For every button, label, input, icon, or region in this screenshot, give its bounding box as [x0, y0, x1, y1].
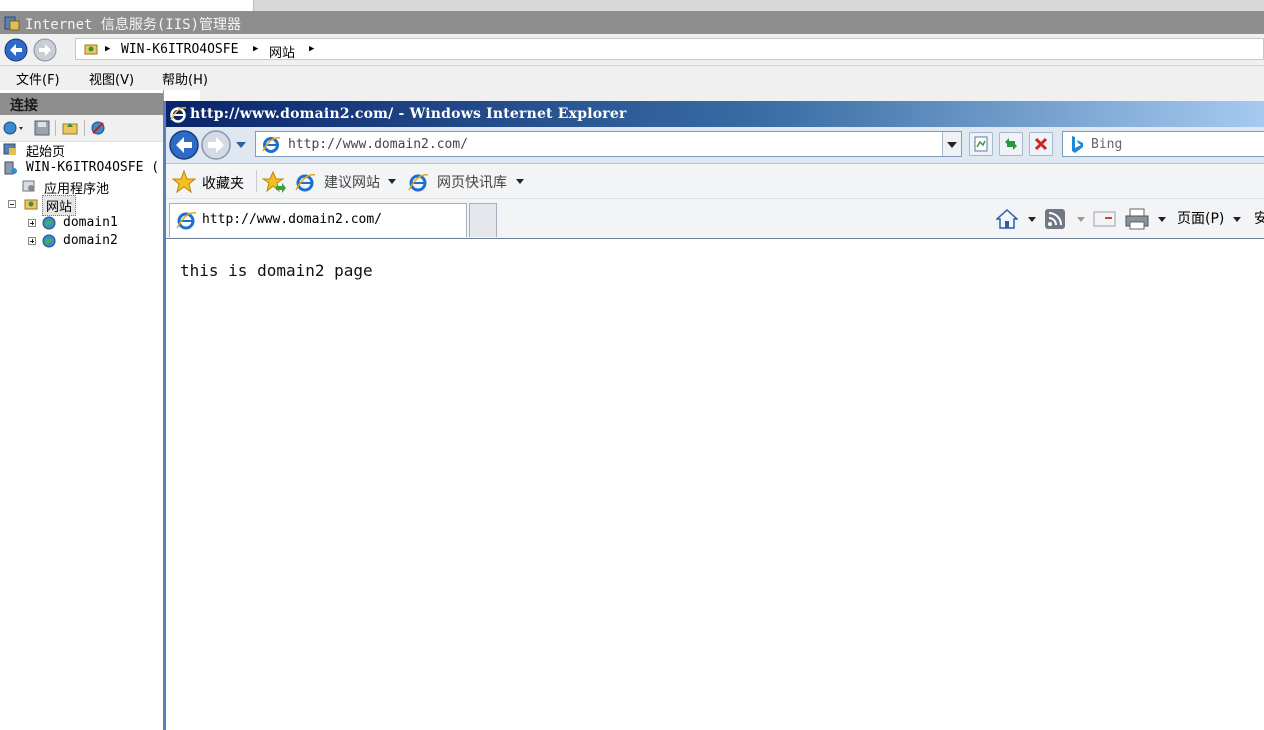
search-box[interactable]: Bing: [1062, 131, 1264, 157]
chevron-down-icon[interactable]: [1077, 217, 1085, 222]
tree-label: 起始页: [26, 145, 66, 160]
save-icon[interactable]: [34, 120, 50, 136]
page-menu[interactable]: 页面(P): [1177, 208, 1241, 228]
compat-view-button[interactable]: [969, 132, 993, 156]
address-url[interactable]: http://www.domain2.com/: [288, 137, 468, 152]
ie-logo-icon: [408, 174, 429, 192]
ie-title: http://www.domain2.com/ - Windows Intern…: [190, 106, 627, 122]
chevron-down-icon[interactable]: [1028, 217, 1036, 222]
chevron-down-icon: [1232, 216, 1241, 222]
forward-arrow-icon[interactable]: [33, 38, 57, 62]
ie-logo-icon: [170, 107, 187, 123]
iis-address-bar: ▶ WIN-K6ITRO4OSFE ▶ 网站 ▶: [0, 34, 1264, 66]
tree-label: domain1: [63, 215, 118, 230]
chevron-right-icon: ▶: [253, 44, 259, 54]
back-arrow-icon[interactable]: [169, 130, 199, 160]
back-arrow-icon[interactable]: [4, 38, 28, 62]
menu-file[interactable]: 文件(F): [16, 69, 60, 88]
new-tab-button[interactable]: [469, 203, 497, 237]
tree-label: 网站: [42, 195, 77, 216]
address-dropdown-button[interactable]: [942, 132, 961, 156]
connections-pane: 连接 起始页 WIN-K6ITRO4OSFE ( 应用程序池 网站 domain…: [0, 90, 164, 730]
web-slice-gallery-label: 网页快讯库: [437, 175, 507, 191]
page-content: this is domain2 page: [166, 239, 1264, 730]
chevron-right-icon: ▶: [309, 44, 315, 54]
menu-help[interactable]: 帮助(H): [162, 69, 208, 88]
app-pool-icon: [22, 180, 35, 192]
tree-label: WIN-K6ITRO4OSFE (: [26, 160, 160, 175]
iis-titlebar: Internet 信息服务(IIS)管理器: [0, 11, 1264, 34]
favorites-label: 收藏夹: [202, 176, 244, 192]
connections-header: 连接: [0, 93, 163, 115]
search-placeholder: Bing: [1091, 137, 1123, 152]
favorites-bar: 收藏夹 建议网站 网页快讯库: [166, 164, 1264, 199]
page-body-text: this is domain2 page: [180, 261, 373, 280]
expand-icon[interactable]: [28, 237, 36, 245]
folder-up-icon[interactable]: [62, 120, 78, 136]
connect-globe-icon[interactable]: [3, 120, 25, 136]
tab-domain2[interactable]: http://www.domain2.com/: [169, 203, 467, 237]
separator: [256, 170, 257, 192]
ie-logo-icon: [262, 137, 281, 153]
folder-icon: [24, 199, 38, 210]
folder-icon: [84, 44, 98, 55]
expand-icon[interactable]: [28, 219, 36, 227]
bing-icon: [1072, 136, 1083, 153]
menu-view[interactable]: 视图(V): [89, 69, 134, 88]
collapse-icon[interactable]: [8, 200, 16, 208]
window-tab[interactable]: [0, 0, 254, 11]
ie-logo-icon: [295, 174, 316, 192]
ie-window: http://www.domain2.com/ - Windows Intern…: [163, 101, 1264, 730]
forward-arrow-icon[interactable]: [201, 130, 231, 160]
globe-icon: [42, 234, 56, 248]
refresh-button[interactable]: [999, 132, 1023, 156]
safety-menu[interactable]: 安: [1254, 208, 1264, 228]
tab-bar: http://www.domain2.com/ 页面(P) 安: [166, 199, 1264, 239]
taskbar-strip: [0, 0, 1264, 11]
chevron-down-icon[interactable]: [1158, 217, 1166, 222]
address-bar[interactable]: http://www.domain2.com/: [255, 131, 962, 157]
server-icon: [4, 161, 17, 175]
refresh-icon: [1005, 138, 1017, 150]
breadcrumb-server[interactable]: WIN-K6ITRO4OSFE: [121, 42, 238, 57]
globe-icon: [42, 216, 56, 230]
compat-view-icon: [974, 136, 988, 152]
start-page-icon: [3, 143, 16, 155]
connections-toolbar: [0, 115, 163, 142]
tree-label: domain2: [63, 233, 118, 248]
mail-icon[interactable]: [1093, 209, 1117, 229]
chevron-right-icon: ▶: [105, 44, 111, 54]
iis-app-icon: [4, 16, 20, 31]
stop-icon: [1034, 137, 1048, 151]
disconnect-icon[interactable]: [90, 120, 106, 136]
iis-title: Internet 信息服务(IIS)管理器: [25, 17, 242, 33]
rss-icon[interactable]: [1044, 208, 1066, 230]
chevron-down-icon: [516, 179, 524, 184]
recent-pages-dropdown-icon[interactable]: [235, 141, 247, 149]
chevron-down-icon: [388, 179, 396, 184]
breadcrumb-sites[interactable]: 网站: [269, 42, 295, 61]
stop-button[interactable]: [1029, 132, 1053, 156]
print-icon[interactable]: [1124, 207, 1150, 231]
suggested-sites-label: 建议网站: [324, 175, 380, 191]
page-menu-label: 页面(P): [1177, 211, 1225, 227]
star-icon: [172, 170, 196, 194]
chevron-down-icon: [947, 142, 957, 148]
tab-title: http://www.domain2.com/: [202, 212, 383, 227]
ie-logo-icon: [176, 212, 197, 230]
ie-navigation-bar: http://www.domain2.com/ Bing: [166, 127, 1264, 164]
iis-menubar: 文件(F) 视图(V) 帮助(H): [0, 66, 1264, 90]
add-to-favorites-icon[interactable]: [262, 171, 286, 195]
breadcrumb[interactable]: ▶ WIN-K6ITRO4OSFE ▶ 网站 ▶: [75, 38, 1264, 61]
ie-titlebar[interactable]: http://www.domain2.com/ - Windows Intern…: [166, 101, 1264, 127]
connections-title: 连接: [10, 98, 38, 114]
home-icon[interactable]: [996, 208, 1018, 230]
